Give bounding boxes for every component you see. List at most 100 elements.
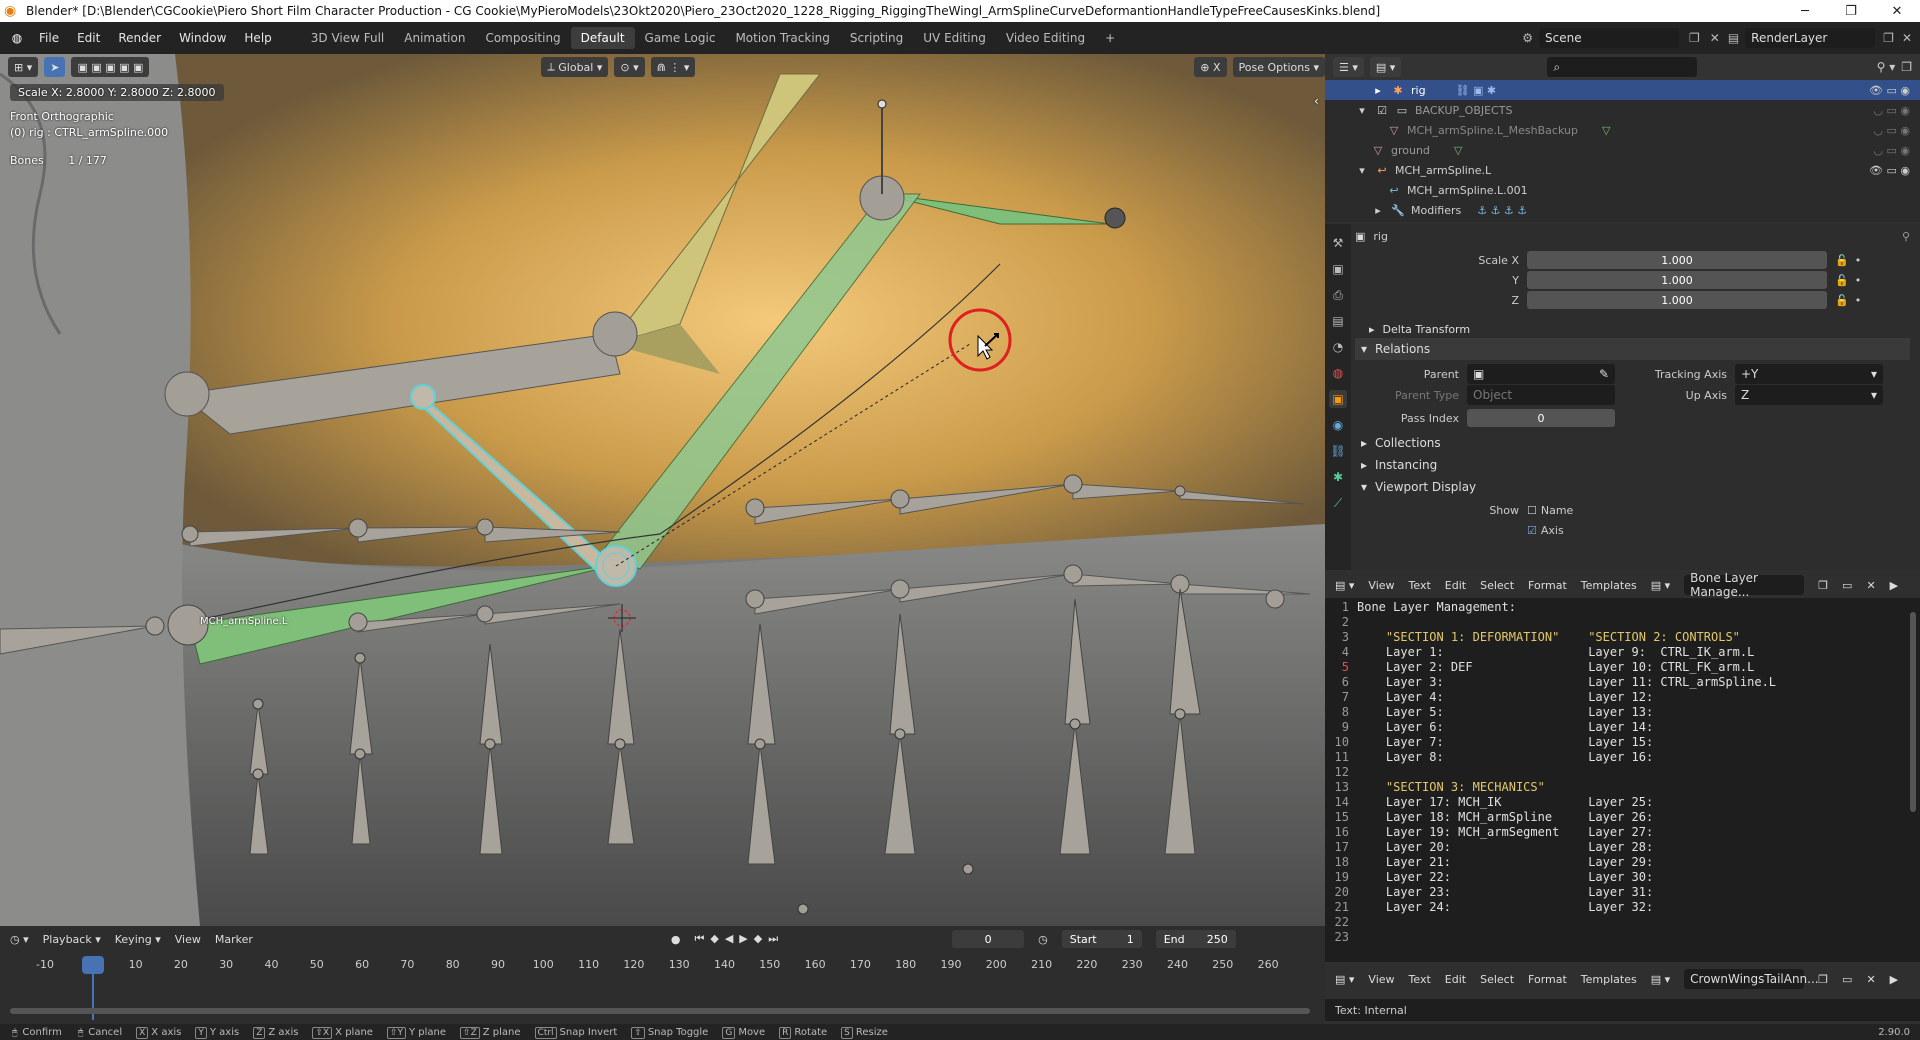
- menu-render[interactable]: Render: [109, 31, 170, 45]
- tab-animation[interactable]: Animation: [394, 27, 475, 49]
- new-render-layer-icon[interactable]: ❐: [1883, 31, 1894, 45]
- new-text-icon[interactable]: ❐: [1818, 579, 1828, 592]
- blender-menu-icon[interactable]: ◍: [4, 27, 30, 49]
- object-tab-icon[interactable]: ▣: [1329, 390, 1347, 408]
- delta-transform-panel[interactable]: ▸ Delta Transform: [1355, 318, 1910, 340]
- render-layer-selector[interactable]: RenderLayer: [1745, 28, 1876, 48]
- 3d-viewport[interactable]: ⊞ ▾ ➤ ▣ ▣ ▣ ▣ ▣ ⟂ Global ▾ ⊙ ▾ ⋒ ⋮ ▾ ⊕ X…: [0, 54, 1325, 926]
- tool-tab-icon[interactable]: ⚒: [1329, 234, 1347, 252]
- current-frame-field[interactable]: 0: [952, 930, 1025, 948]
- add-workspace-icon[interactable]: +: [1095, 27, 1125, 49]
- parent-type-dropdown[interactable]: Object: [1467, 385, 1615, 405]
- text-editor-content[interactable]: 1 Bone Layer Management: 2 3 "SECTION 1: DE…: [1325, 600, 1915, 944]
- new-scene-icon[interactable]: ❐: [1689, 31, 1700, 45]
- end-frame-field[interactable]: End 250: [1155, 930, 1236, 948]
- menu-format[interactable]: Format: [1528, 579, 1567, 592]
- outliner-item-mesh-backup[interactable]: ▽ MCH_armSpline.L_MeshBackup ▽ ◡ ▭ ◉: [1325, 120, 1920, 140]
- expand-arrow-icon[interactable]: ▸: [1371, 83, 1385, 97]
- snap-icon[interactable]: ⋒ ⋮ ▾: [650, 57, 696, 77]
- unlink-text-icon[interactable]: ✕: [1866, 579, 1875, 592]
- expand-arrow-icon[interactable]: ▸: [1371, 203, 1385, 217]
- viewport-display-panel[interactable]: ▾ Viewport Display: [1355, 476, 1910, 498]
- collapse-arrow-icon[interactable]: ▾: [1355, 163, 1369, 177]
- tab-scripting[interactable]: Scripting: [840, 27, 913, 49]
- tracking-axis-dropdown[interactable]: +Y ▾: [1735, 364, 1883, 384]
- filter-icon[interactable]: ⚲ ▾: [1877, 60, 1896, 74]
- menu-text[interactable]: Text: [1409, 973, 1431, 986]
- output-tab-icon[interactable]: ⎙: [1329, 286, 1347, 304]
- tab-default[interactable]: Default: [570, 27, 635, 49]
- tab-video-editing[interactable]: Video Editing: [996, 27, 1095, 49]
- new-collection-icon[interactable]: ❐: [1901, 60, 1912, 74]
- render-tab-icon[interactable]: ▣: [1329, 260, 1347, 278]
- timeline-scrollbar[interactable]: [10, 1008, 1310, 1014]
- playback-controls[interactable]: ⏮◆◀▶◆⏭: [694, 932, 784, 946]
- menu-view[interactable]: View: [1368, 579, 1394, 592]
- text-editor-type-icon[interactable]: ▤ ▾: [1335, 579, 1354, 592]
- relations-panel[interactable]: ▾ Relations: [1355, 338, 1910, 360]
- record-icon[interactable]: ●: [671, 933, 681, 946]
- text-datablock-icon[interactable]: ▤ ▾: [1651, 579, 1670, 592]
- outliner-item-rig[interactable]: ▸ ✱ rig ⛓ ▣ ✱ 👁 ▭ ◉: [1325, 80, 1920, 100]
- armature-data-tab-icon[interactable]: ✱: [1329, 468, 1347, 486]
- lock-icon[interactable]: 🔓: [1835, 294, 1849, 307]
- menu-select[interactable]: Select: [1480, 579, 1514, 592]
- scale-y-field[interactable]: 1.000: [1527, 271, 1827, 289]
- playhead[interactable]: [82, 956, 104, 974]
- menu-templates[interactable]: Templates: [1581, 579, 1637, 592]
- menu-file[interactable]: File: [30, 31, 68, 45]
- start-frame-field[interactable]: Start 1: [1061, 930, 1142, 948]
- display-mode-icon[interactable]: ▤ ▾: [1369, 57, 1402, 77]
- outliner-item-ground[interactable]: ▽ ground ▽ ◡ ▭ ◉: [1325, 140, 1920, 160]
- world-tab-icon[interactable]: ◍: [1329, 364, 1347, 382]
- bone-tab-icon[interactable]: ⟋: [1329, 494, 1347, 512]
- menu-view[interactable]: View: [1368, 973, 1394, 986]
- parent-field[interactable]: ▣ ✎: [1467, 364, 1615, 384]
- collapse-arrow-icon[interactable]: ▾: [1355, 103, 1369, 117]
- eyedropper-icon[interactable]: ✎: [1599, 367, 1609, 381]
- text-editor-type-icon[interactable]: ▤ ▾: [1335, 973, 1354, 986]
- run-script-icon[interactable]: ▶: [1890, 579, 1898, 592]
- select-mode-buttons[interactable]: ▣ ▣ ▣ ▣ ▣: [71, 57, 150, 77]
- menu-edit[interactable]: Edit: [1445, 973, 1466, 986]
- menu-text[interactable]: Text: [1409, 579, 1431, 592]
- text-datablock-selector[interactable]: CrownWingsTailAnn...: [1684, 969, 1819, 989]
- close-button[interactable]: ✕: [1874, 4, 1920, 19]
- tab-3d-view-full[interactable]: 3D View Full: [301, 27, 395, 49]
- physics-tab-icon[interactable]: ◉: [1329, 416, 1347, 434]
- show-name-checkbox[interactable]: ☐: [1527, 504, 1537, 517]
- pivot-point-icon[interactable]: ⊙ ▾: [614, 57, 645, 77]
- instancing-panel[interactable]: ▸ Instancing: [1355, 454, 1910, 476]
- visibility-toggles[interactable]: 👁 ▭ ◉: [1869, 84, 1910, 97]
- outliner-item-mch-armspline[interactable]: ▾ ↩ MCH_armSpline.L 👁 ▭ ◉: [1325, 160, 1920, 180]
- menu-window[interactable]: Window: [170, 31, 235, 45]
- lock-icon[interactable]: 🔓: [1835, 254, 1849, 267]
- outliner-editor-type[interactable]: ☰ ▾: [1333, 57, 1364, 77]
- menu-keying[interactable]: Keying ▾: [115, 933, 161, 946]
- frame-ruler[interactable]: -100102030405060708090100110120130140150…: [0, 958, 1325, 978]
- view-layer-tab-icon[interactable]: ▤: [1329, 312, 1347, 330]
- tab-uv-editing[interactable]: UV Editing: [913, 27, 996, 49]
- scale-z-field[interactable]: 1.000: [1527, 291, 1827, 309]
- pin-icon[interactable]: ⚲: [1902, 230, 1910, 243]
- tab-compositing[interactable]: Compositing: [475, 27, 570, 49]
- menu-playback[interactable]: Playback ▾: [43, 933, 101, 946]
- collections-panel[interactable]: ▸ Collections: [1355, 432, 1910, 454]
- menu-edit[interactable]: Edit: [1445, 579, 1466, 592]
- minimize-button[interactable]: ─: [1782, 4, 1828, 19]
- viewport-canvas[interactable]: [0, 54, 1325, 926]
- lock-icon[interactable]: 🔓: [1835, 274, 1849, 287]
- outliner-item-modifiers[interactable]: ▸ 🔧 Modifiers ⚓ ⚓ ⚓ ⚓: [1325, 200, 1920, 220]
- menu-format[interactable]: Format: [1528, 973, 1567, 986]
- text-datablock-icon[interactable]: ▤ ▾: [1651, 973, 1670, 986]
- scene-selector[interactable]: Scene: [1539, 28, 1679, 48]
- constraints-tab-icon[interactable]: ⛓: [1329, 442, 1347, 460]
- menu-help[interactable]: Help: [235, 31, 280, 45]
- pass-index-field[interactable]: 0: [1467, 409, 1615, 427]
- menu-marker[interactable]: Marker: [215, 933, 253, 946]
- select-tool-icon[interactable]: ➤: [44, 57, 66, 77]
- checkbox-icon[interactable]: ☑: [1375, 103, 1389, 117]
- delete-render-layer-icon[interactable]: ✕: [1902, 31, 1912, 45]
- maximize-button[interactable]: ❐: [1828, 4, 1874, 19]
- menu-templates[interactable]: Templates: [1581, 973, 1637, 986]
